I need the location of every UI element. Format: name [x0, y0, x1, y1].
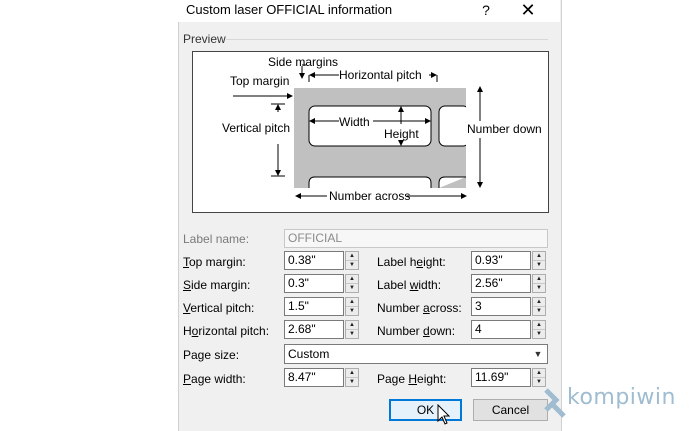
page-size-value: Custom — [288, 347, 330, 361]
number-down-label: Number down — [467, 122, 542, 136]
label-width-input[interactable]: 2.56" — [471, 274, 531, 293]
spin-up-icon[interactable]: ▲ — [346, 369, 358, 378]
spin-down-icon[interactable]: ▼ — [346, 307, 358, 315]
width-label: Width — [339, 115, 370, 129]
vertical-pitch-spinner[interactable]: ▲ ▼ — [345, 297, 359, 316]
number-down-input[interactable]: 4 — [471, 320, 531, 339]
group-divider — [226, 39, 548, 40]
mouse-cursor-icon — [437, 404, 451, 425]
spin-up-icon[interactable]: ▲ — [533, 369, 545, 378]
page-width-input[interactable]: 8.47" — [284, 368, 344, 387]
height-label: Height — [384, 127, 419, 141]
label-shape-2 — [438, 105, 470, 147]
label-name-label: Label name: — [183, 232, 250, 246]
page-height-field-label: Page Height: — [377, 372, 447, 386]
help-button[interactable]: ? — [476, 0, 496, 22]
side-margins-label: Side margins — [268, 55, 339, 69]
chevron-down-icon[interactable]: ▼ — [528, 345, 547, 363]
spin-down-icon[interactable]: ▼ — [346, 378, 358, 386]
side-margin-input[interactable]: 0.3" — [284, 274, 344, 293]
top-margin-field-label: Top margin: — [183, 255, 246, 269]
horizontal-pitch-input[interactable]: 2.68" — [284, 320, 344, 339]
spin-down-icon[interactable]: ▼ — [533, 307, 545, 315]
label-height-field-label: Label height: — [377, 255, 446, 269]
side-margin-spinner[interactable]: ▲ ▼ — [345, 274, 359, 293]
ok-button[interactable]: OK — [389, 399, 462, 421]
side-margin-field-label: Side margin: — [183, 278, 251, 292]
spin-up-icon[interactable]: ▲ — [533, 321, 545, 330]
label-width-field-label: Label width: — [377, 278, 442, 292]
spin-up-icon[interactable]: ▲ — [346, 252, 358, 261]
vertical-pitch-field-label: Vertical pitch: — [183, 301, 255, 315]
horizontal-pitch-label: Horizontal pitch — [339, 68, 422, 82]
preview-diagram: Side margins Top margin Horizontal pitch… — [192, 51, 549, 213]
watermark-text: kompiwin — [567, 385, 676, 410]
vertical-pitch-label: Vertical pitch — [222, 121, 291, 135]
number-across-label: Number across — [329, 189, 411, 203]
spin-up-icon[interactable]: ▲ — [533, 298, 545, 307]
number-across-input[interactable]: 3 — [471, 297, 531, 316]
spin-down-icon[interactable]: ▼ — [533, 284, 545, 292]
close-button[interactable]: ✕ — [516, 0, 540, 22]
spin-down-icon[interactable]: ▼ — [533, 330, 545, 338]
horizontal-pitch-field-label: Horizontal pitch: — [183, 324, 270, 338]
label-height-input[interactable]: 0.93" — [471, 251, 531, 270]
dialog-title: Custom laser OFFICIAL information — [186, 2, 393, 17]
number-across-spinner[interactable]: ▲ ▼ — [532, 297, 546, 316]
vertical-pitch-input[interactable]: 1.5" — [284, 297, 344, 316]
number-down-spinner[interactable]: ▲ ▼ — [532, 320, 546, 339]
spin-up-icon[interactable]: ▲ — [346, 298, 358, 307]
spin-up-icon[interactable]: ▲ — [533, 252, 545, 261]
cancel-button[interactable]: Cancel — [473, 399, 548, 421]
number-down-field-label: Number down: — [377, 324, 456, 338]
label-width-spinner[interactable]: ▲ ▼ — [532, 274, 546, 293]
page-size-select[interactable]: Custom ▼ — [284, 344, 548, 364]
spin-up-icon[interactable]: ▲ — [533, 275, 545, 284]
number-across-field-label: Number across: — [377, 301, 462, 315]
page-size-label: Page size: — [183, 348, 240, 362]
label-name-field[interactable]: OFFICIAL — [284, 229, 548, 248]
spin-down-icon[interactable]: ▼ — [346, 261, 358, 269]
page-height-input[interactable]: 11.69" — [471, 368, 531, 387]
spin-down-icon[interactable]: ▼ — [346, 284, 358, 292]
top-margin-spinner[interactable]: ▲ ▼ — [345, 251, 359, 270]
preview-group-label: Preview — [183, 32, 226, 46]
top-margin-input[interactable]: 0.38" — [284, 251, 344, 270]
page-width-field-label: Page width: — [183, 372, 246, 386]
label-height-spinner[interactable]: ▲ ▼ — [532, 251, 546, 270]
spin-up-icon[interactable]: ▲ — [346, 275, 358, 284]
top-margin-label: Top margin — [230, 74, 290, 88]
spin-up-icon[interactable]: ▲ — [346, 321, 358, 330]
horizontal-pitch-spinner[interactable]: ▲ ▼ — [345, 320, 359, 339]
spin-down-icon[interactable]: ▼ — [533, 261, 545, 269]
spin-down-icon[interactable]: ▼ — [346, 330, 358, 338]
page-width-spinner[interactable]: ▲ ▼ — [345, 368, 359, 387]
